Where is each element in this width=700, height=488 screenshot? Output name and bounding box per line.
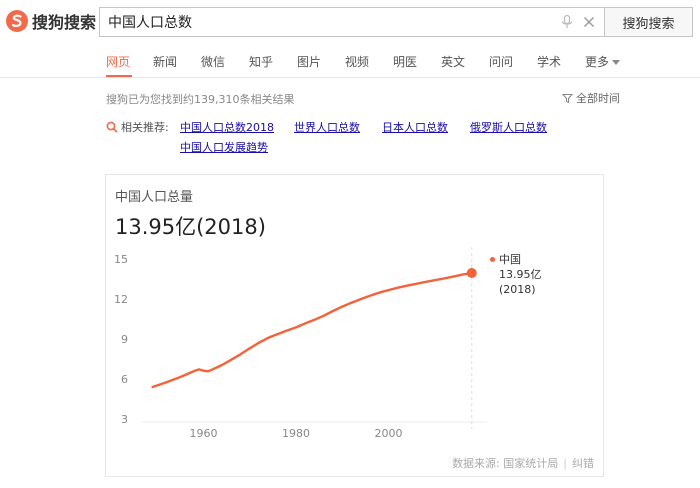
related-label-text: 相关推荐:: [121, 121, 169, 134]
source-link[interactable]: 国家统计局: [503, 457, 558, 470]
clear-icon[interactable]: [581, 14, 597, 30]
tab-video[interactable]: 视频: [345, 53, 369, 70]
tab-english[interactable]: 英文: [441, 53, 465, 70]
sogou-logo[interactable]: 搜狗搜索: [5, 9, 96, 33]
data-source: 数据来源: 国家统计局 | 纠错: [452, 455, 594, 471]
sogou-logo-icon: [6, 10, 28, 32]
legend-marker: [490, 257, 495, 262]
tab-wechat[interactable]: 微信: [201, 53, 225, 70]
search-input[interactable]: [100, 8, 550, 36]
source-label: 数据来源:: [452, 457, 500, 470]
vertical-tabs: 网页 新闻 微信 知乎 图片 视频 明医 英文 问问 学术 更多: [0, 44, 700, 78]
result-count: 搜狗已为您找到约139,310条相关结果: [106, 93, 295, 106]
feedback-link[interactable]: 纠错: [572, 457, 594, 470]
y-tick-label: 9: [121, 333, 128, 346]
related-label: 相关推荐:: [106, 119, 169, 135]
chart-legend: 中国 13.95亿 (2018): [490, 252, 542, 297]
tab-news[interactable]: 新闻: [153, 53, 177, 70]
time-filter[interactable]: 全部时间: [562, 90, 620, 106]
top-bar: 搜狗搜索 搜狗搜索: [0, 0, 700, 44]
y-tick-label: 15: [114, 253, 128, 266]
highlight-point: [466, 268, 477, 278]
related-link[interactable]: 中国人口总数2018: [180, 119, 274, 135]
search-icon: [106, 121, 118, 133]
search-box: [99, 7, 605, 37]
filter-icon: [562, 93, 573, 103]
tab-more[interactable]: 更多: [585, 53, 621, 70]
tab-more-label: 更多: [585, 55, 610, 69]
related-link[interactable]: 世界人口总数: [294, 119, 360, 135]
legend-country: 中国: [499, 253, 521, 266]
tab-scholar[interactable]: 学术: [537, 53, 561, 70]
related-link[interactable]: 中国人口发展趋势: [180, 139, 268, 155]
y-tick-label: 12: [114, 293, 128, 306]
x-tick-label: 2000: [375, 427, 403, 440]
related-link[interactable]: 日本人口总数: [382, 119, 448, 135]
tab-wenwen[interactable]: 问问: [489, 53, 513, 70]
divider: |: [563, 457, 567, 470]
x-tick-label: 1960: [190, 427, 218, 440]
tab-medical[interactable]: 明医: [393, 53, 417, 70]
population-card: 中国人口总量 13.95亿(2018) 3 6 9 12 15 1960 1980 2000 …: [105, 174, 604, 477]
population-line-chart: 3 6 9 12 15 1960 1980 2000: [114, 247, 487, 440]
population-series-line: [151, 271, 473, 389]
y-tick-label: 3: [121, 413, 128, 426]
logo-text: 搜狗搜索: [32, 13, 97, 32]
tab-images[interactable]: 图片: [297, 53, 321, 70]
legend-value: 13.95亿: [499, 268, 542, 281]
active-tab-indicator: [106, 75, 132, 77]
x-tick-label: 1980: [282, 427, 310, 440]
y-tick-label: 6: [121, 373, 128, 386]
tab-zhihu[interactable]: 知乎: [249, 53, 273, 70]
related-link[interactable]: 俄罗斯人口总数: [470, 119, 547, 135]
chevron-down-icon: [612, 60, 621, 65]
search-button[interactable]: 搜狗搜索: [605, 7, 693, 37]
legend-year: (2018): [499, 283, 536, 296]
tab-web[interactable]: 网页: [106, 53, 130, 70]
time-filter-label: 全部时间: [576, 92, 620, 105]
microphone-icon[interactable]: [559, 14, 575, 30]
